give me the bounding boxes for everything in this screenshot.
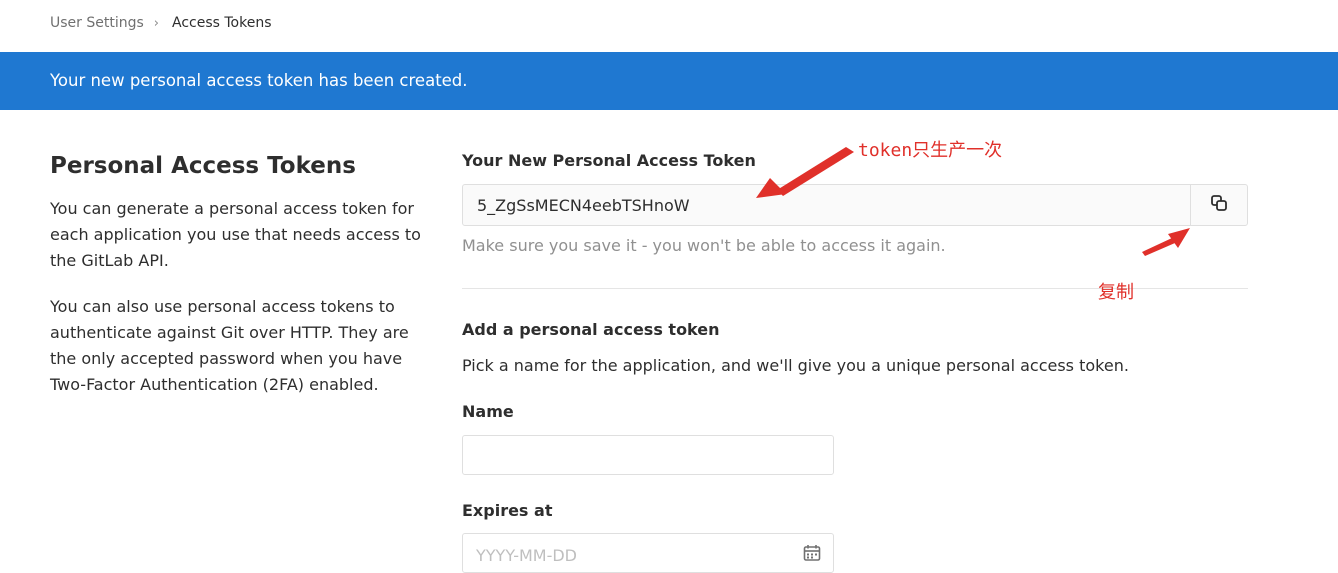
calendar-icon[interactable] <box>803 544 821 566</box>
expires-label: Expires at <box>462 501 553 520</box>
arrow-to-copy <box>1142 228 1190 256</box>
name-input[interactable] <box>462 435 834 475</box>
new-token-field: 5_ZgSsMECN4eebTSHnoW <box>462 184 1248 226</box>
success-banner: Your new personal access token has been … <box>0 52 1338 110</box>
copy-button[interactable] <box>1190 185 1247 225</box>
breadcrumb-user-settings[interactable]: User Settings <box>50 15 144 31</box>
new-token-label: Your New Personal Access Token <box>462 151 756 170</box>
token-value[interactable]: 5_ZgSsMECN4eebTSHnoW <box>477 196 690 215</box>
breadcrumb-access-tokens[interactable]: Access Tokens <box>172 15 272 31</box>
expires-input[interactable]: YYYY-MM-DD <box>462 533 834 573</box>
breadcrumb-separator: › <box>153 15 159 31</box>
annotation-token-note: token只生产一次 <box>858 140 1003 161</box>
expires-placeholder: YYYY-MM-DD <box>476 546 577 565</box>
copy-icon <box>1210 194 1228 216</box>
annotation-copy-note: 复制 <box>1098 282 1134 303</box>
banner-message: Your new personal access token has been … <box>50 71 468 90</box>
token-help-text: Make sure you save it - you won't be abl… <box>462 236 946 255</box>
breadcrumb: User Settings › Access Tokens <box>50 13 272 33</box>
intro-paragraph: You can generate a personal access token… <box>50 199 421 270</box>
add-token-description: Pick a name for the application, and we'… <box>462 356 1129 375</box>
info-paragraph: You can also use personal access tokens … <box>50 297 409 394</box>
name-label: Name <box>462 402 514 421</box>
add-token-heading: Add a personal access token <box>462 320 720 339</box>
page-title: Personal Access Tokens <box>50 153 356 179</box>
